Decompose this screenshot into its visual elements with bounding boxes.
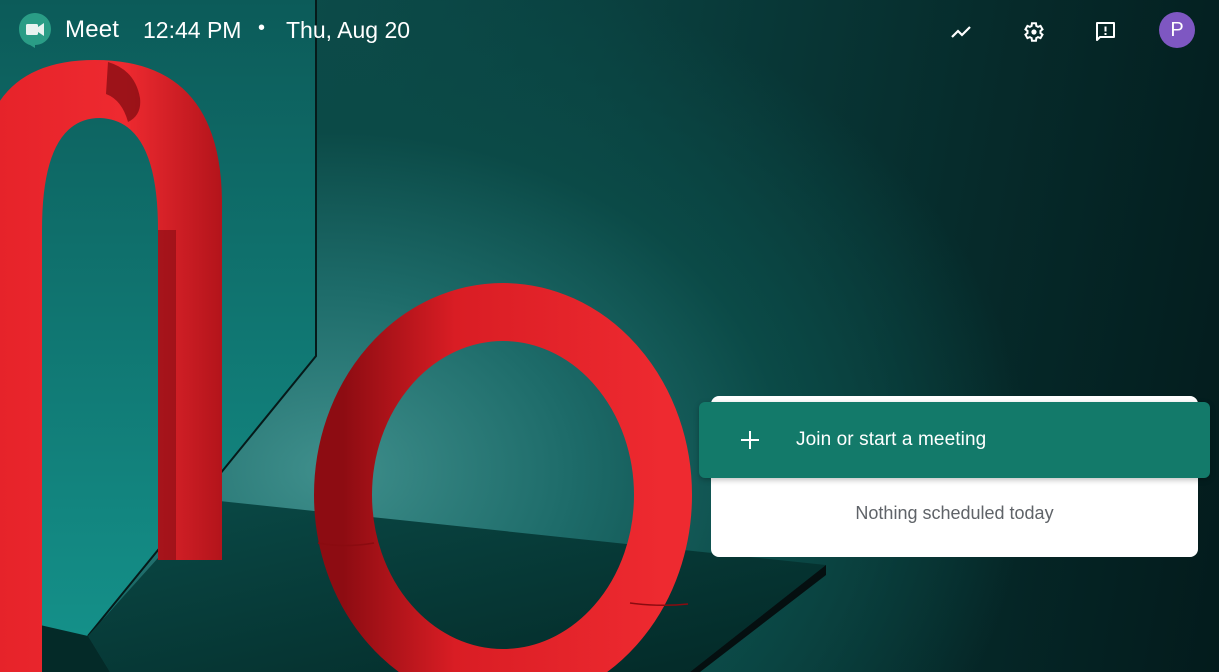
account-avatar[interactable]: P [1159, 12, 1195, 48]
join-or-start-meeting-button[interactable]: Join or start a meeting [699, 402, 1210, 478]
schedule-empty-message: Nothing scheduled today [855, 503, 1054, 523]
top-bar: Meet 12:44 PM • Thu, Aug 20 P [0, 0, 1219, 64]
background-illustration [0, 0, 826, 672]
app-name: Meet [65, 16, 120, 43]
time-date-separator: • [258, 17, 266, 39]
join-button-label: Join or start a meeting [796, 429, 987, 450]
feedback-icon [1096, 22, 1115, 41]
trending-icon [951, 26, 971, 38]
settings-button[interactable] [1013, 12, 1053, 52]
avatar-initial: P [1170, 18, 1184, 41]
feedback-button[interactable] [1085, 12, 1125, 52]
settings-icon [1024, 22, 1044, 42]
plus-icon [741, 431, 759, 449]
meet-logo-icon [19, 13, 51, 48]
current-date: Thu, Aug 20 [286, 17, 411, 43]
activity-button[interactable] [941, 12, 981, 52]
current-time: 12:44 PM [143, 17, 242, 43]
